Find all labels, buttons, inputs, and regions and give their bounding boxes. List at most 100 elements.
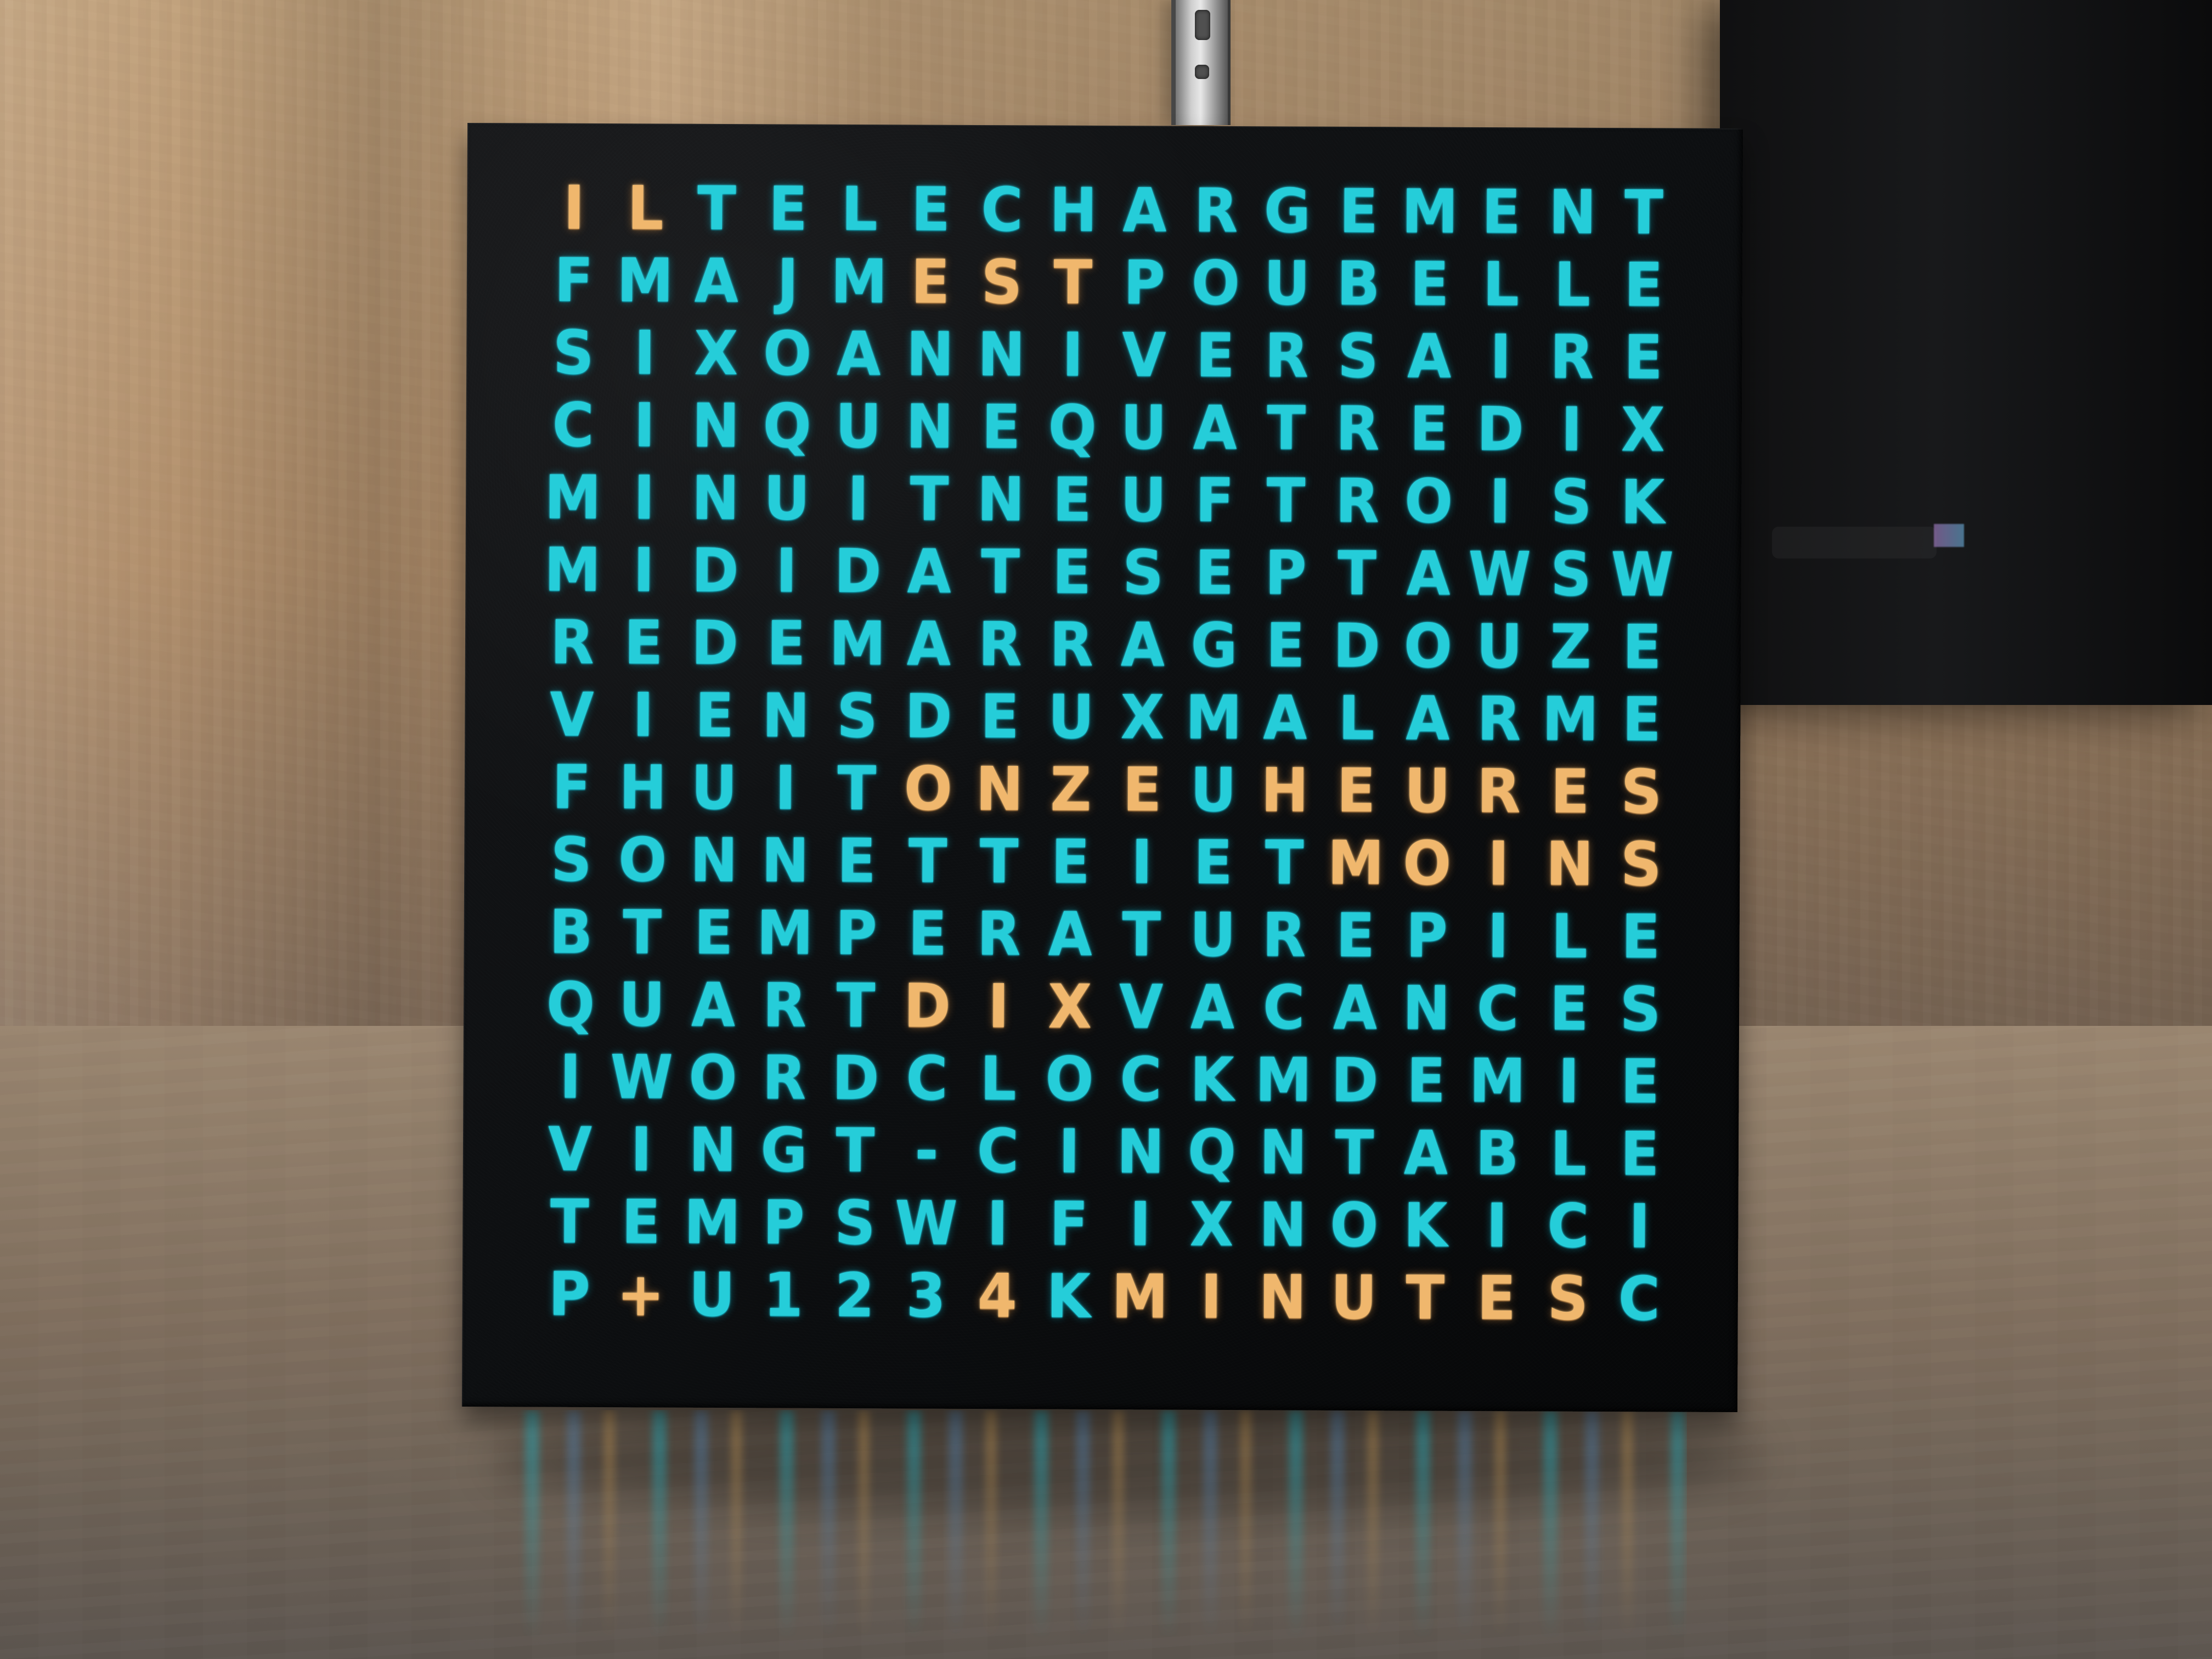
word-clock-panel: ILTELECHARGEMENTFMAJMESTPOUBELLESIXOANNI…	[461, 122, 1743, 1413]
clock-row-8: VIENSDEUXMALARME	[536, 678, 1678, 755]
lit-clock-letter: M	[1327, 827, 1384, 898]
lit-clock-letter: E	[1477, 1262, 1516, 1333]
clock-letter: M	[684, 1187, 741, 1257]
clock-letter: E	[1549, 973, 1589, 1044]
clock-letter: C	[977, 1115, 1019, 1186]
clock-letter: H	[1049, 174, 1097, 245]
clock-letter: E	[981, 391, 1021, 462]
clock-letter: D	[691, 607, 739, 678]
clock-row-6: MIDIDATESEPTAWSW	[537, 533, 1678, 610]
clock-light-reflection	[507, 1410, 1687, 1640]
clock-letter: A	[1122, 174, 1167, 245]
clock-letter: -	[915, 1115, 939, 1186]
clock-letter: A	[1406, 538, 1451, 609]
lit-clock-letter: E	[911, 246, 950, 317]
clock-letter: X	[1189, 1189, 1234, 1260]
clock-letter: E	[1624, 249, 1663, 320]
clock-row-12: QUARTDIXVACANCES	[535, 968, 1677, 1045]
clock-letter: V	[1121, 319, 1166, 390]
clock-letter: N	[761, 825, 809, 896]
clock-letter: N	[906, 391, 954, 462]
clock-letter: E	[908, 898, 947, 969]
clock-letter: U	[618, 969, 665, 1040]
clock-letter: I	[560, 1041, 582, 1112]
lit-clock-letter: E	[1336, 755, 1376, 826]
clock-letter: T	[697, 173, 736, 244]
clock-letter: L	[1550, 1118, 1587, 1189]
clock-row-11: BTEMPERATUREPILE	[535, 895, 1677, 972]
clock-letter: S	[1550, 539, 1592, 610]
clock-letter: N	[761, 680, 810, 751]
clock-letter: O	[1403, 610, 1453, 681]
clock-letter: L	[1551, 901, 1588, 972]
clock-letter: N	[977, 464, 1025, 534]
clock-row-16: P + U 1 2 3 4 K M I N U T E S C	[534, 1257, 1675, 1334]
clock-letter: P	[1406, 900, 1448, 971]
clock-letter: R	[1335, 393, 1380, 464]
clock-letter: L	[980, 1043, 1017, 1114]
lit-clock-letter: H	[1261, 754, 1309, 826]
clock-letter: E	[1194, 537, 1234, 608]
lit-clock-letter: U	[1330, 1262, 1378, 1333]
clock-letter: I	[632, 679, 654, 750]
clock-letter: U	[1048, 681, 1094, 752]
clock-row-9: FHUITONZEUHEURES	[536, 751, 1678, 827]
clock-letter: D	[832, 1042, 879, 1113]
clock-letter: J	[777, 245, 799, 317]
clock-row-10: SONNETTEIETMOINS	[535, 823, 1677, 900]
lit-clock-letter: T	[1053, 247, 1093, 318]
clock-letter: A	[1263, 682, 1307, 753]
clock-letter: T	[1335, 1117, 1374, 1188]
clock-letter: E	[694, 897, 733, 968]
clock-letter: R	[1194, 175, 1238, 246]
clock-letter: I	[775, 752, 797, 823]
clock-letter: I	[776, 535, 798, 606]
lit-clock-letter: E	[1122, 754, 1162, 825]
clock-letter: V	[548, 1114, 592, 1184]
clock-letter: E	[1266, 610, 1305, 681]
clock-letter: T	[837, 753, 877, 823]
clock-letter: Z	[1550, 611, 1592, 682]
clock-letter: R	[978, 608, 1023, 679]
clock-letter: U	[691, 752, 738, 823]
clock-letter: X	[1621, 394, 1665, 465]
clock-letter: A	[1333, 972, 1378, 1043]
clock-letter: I	[1628, 1190, 1650, 1261]
clock-letter: E	[1406, 1045, 1446, 1116]
clock-letter: B	[1475, 1118, 1519, 1188]
clock-letter: M	[756, 897, 814, 968]
clock-letter: P	[1123, 247, 1166, 318]
lit-clock-letter: D	[903, 970, 951, 1041]
clock-letter: C	[1476, 973, 1519, 1043]
clock-letter: M	[829, 608, 886, 679]
clock-row-13: IWORDCLOCKMDEMIE	[534, 1040, 1676, 1117]
clock-letter: M	[1469, 1045, 1526, 1116]
clock-letter: O	[689, 1042, 737, 1113]
clock-letter: K	[1620, 466, 1665, 537]
clock-letter: R	[1477, 683, 1521, 754]
clock-letter: P	[763, 1187, 805, 1258]
clock-letter: E	[837, 825, 876, 896]
rack-hole	[1195, 65, 1209, 79]
clock-letter: D	[691, 535, 739, 606]
clock-letter: T	[550, 1186, 589, 1257]
clock-letter: M	[1401, 176, 1459, 247]
lit-clock-letter: E	[1550, 756, 1590, 827]
lit-clock-letter: N	[1545, 828, 1594, 899]
clock-letter: E	[1051, 826, 1090, 897]
clock-letter: K	[1403, 1189, 1448, 1261]
clock-letter: S	[1550, 466, 1592, 537]
clock-letter: T	[1122, 899, 1161, 969]
clock-row-3: SIXOANNIVERSAIRE	[538, 317, 1679, 393]
clock-letter: I	[1486, 1190, 1508, 1261]
clock-letter: R	[550, 607, 595, 678]
clock-letter: A	[836, 318, 881, 389]
clock-letter: E	[1339, 176, 1379, 246]
clock-letter: N	[1259, 1116, 1307, 1188]
clock-letter: C	[1618, 1263, 1661, 1334]
clock-letter: M	[617, 245, 674, 316]
clock-letter: T	[910, 463, 949, 534]
metal-rack-upright	[1171, 0, 1231, 125]
clock-letter: K	[1190, 1044, 1234, 1115]
clock-letter: I	[1129, 1188, 1151, 1259]
